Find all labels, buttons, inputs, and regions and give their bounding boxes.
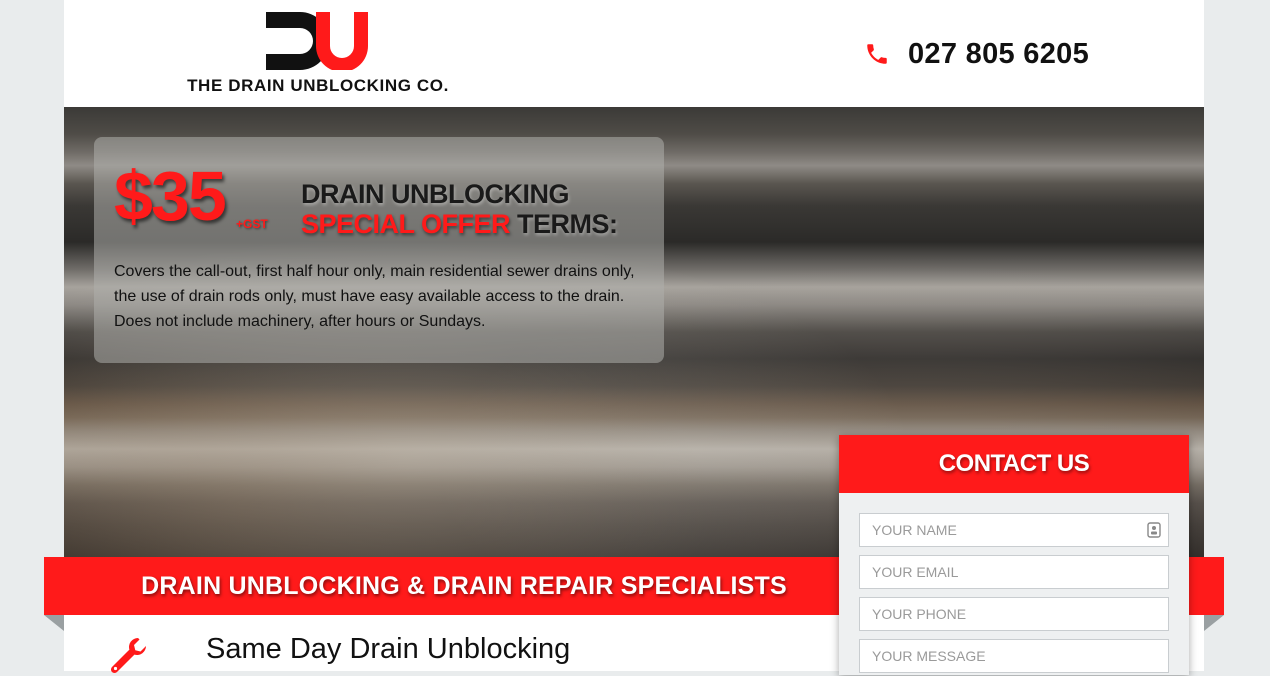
offer-price: $35 — [114, 157, 227, 235]
contact-form: CONTACT US — [839, 435, 1189, 675]
offer-title-line2: SPECIAL OFFER TERMS: — [301, 209, 618, 239]
offer-title-rest: TERMS: — [510, 209, 618, 239]
section-title: Same Day Drain Unblocking — [206, 633, 571, 665]
site-header: THE DRAIN UNBLOCKING CO. 027 805 6205 — [64, 0, 1204, 107]
phone-number[interactable]: 027 805 6205 — [908, 38, 1089, 71]
ribbon-fold-right — [1204, 615, 1224, 631]
offer-description: Covers the call-out, first half hour onl… — [114, 263, 635, 330]
contact-heading: CONTACT US — [839, 435, 1189, 493]
name-input[interactable] — [859, 513, 1169, 547]
wrench-icon — [110, 638, 146, 674]
ribbon-fold-left — [44, 615, 64, 631]
offer-price-suffix: +GST — [236, 217, 268, 231]
email-input[interactable] — [859, 555, 1169, 589]
offer-title: DRAIN UNBLOCKING SPECIAL OFFER TERMS: — [301, 179, 618, 239]
header-phone[interactable]: 027 805 6205 — [864, 34, 1089, 74]
ribbon-text: DRAIN UNBLOCKING & DRAIN REPAIR SPECIALI… — [141, 572, 787, 600]
contact-card-icon — [1147, 522, 1161, 538]
phone-icon — [867, 44, 887, 64]
special-offer-box: $35 +GST DRAIN UNBLOCKING SPECIAL OFFER … — [94, 137, 664, 363]
logo-mark-icon — [266, 12, 368, 70]
phone-input[interactable] — [859, 597, 1169, 631]
offer-title-line1: DRAIN UNBLOCKING — [301, 179, 569, 209]
message-input[interactable] — [859, 639, 1169, 673]
logo-text: THE DRAIN UNBLOCKING CO. — [187, 76, 449, 95]
site-logo[interactable]: THE DRAIN UNBLOCKING CO. — [178, 10, 458, 100]
offer-title-highlight: SPECIAL OFFER — [301, 209, 511, 239]
